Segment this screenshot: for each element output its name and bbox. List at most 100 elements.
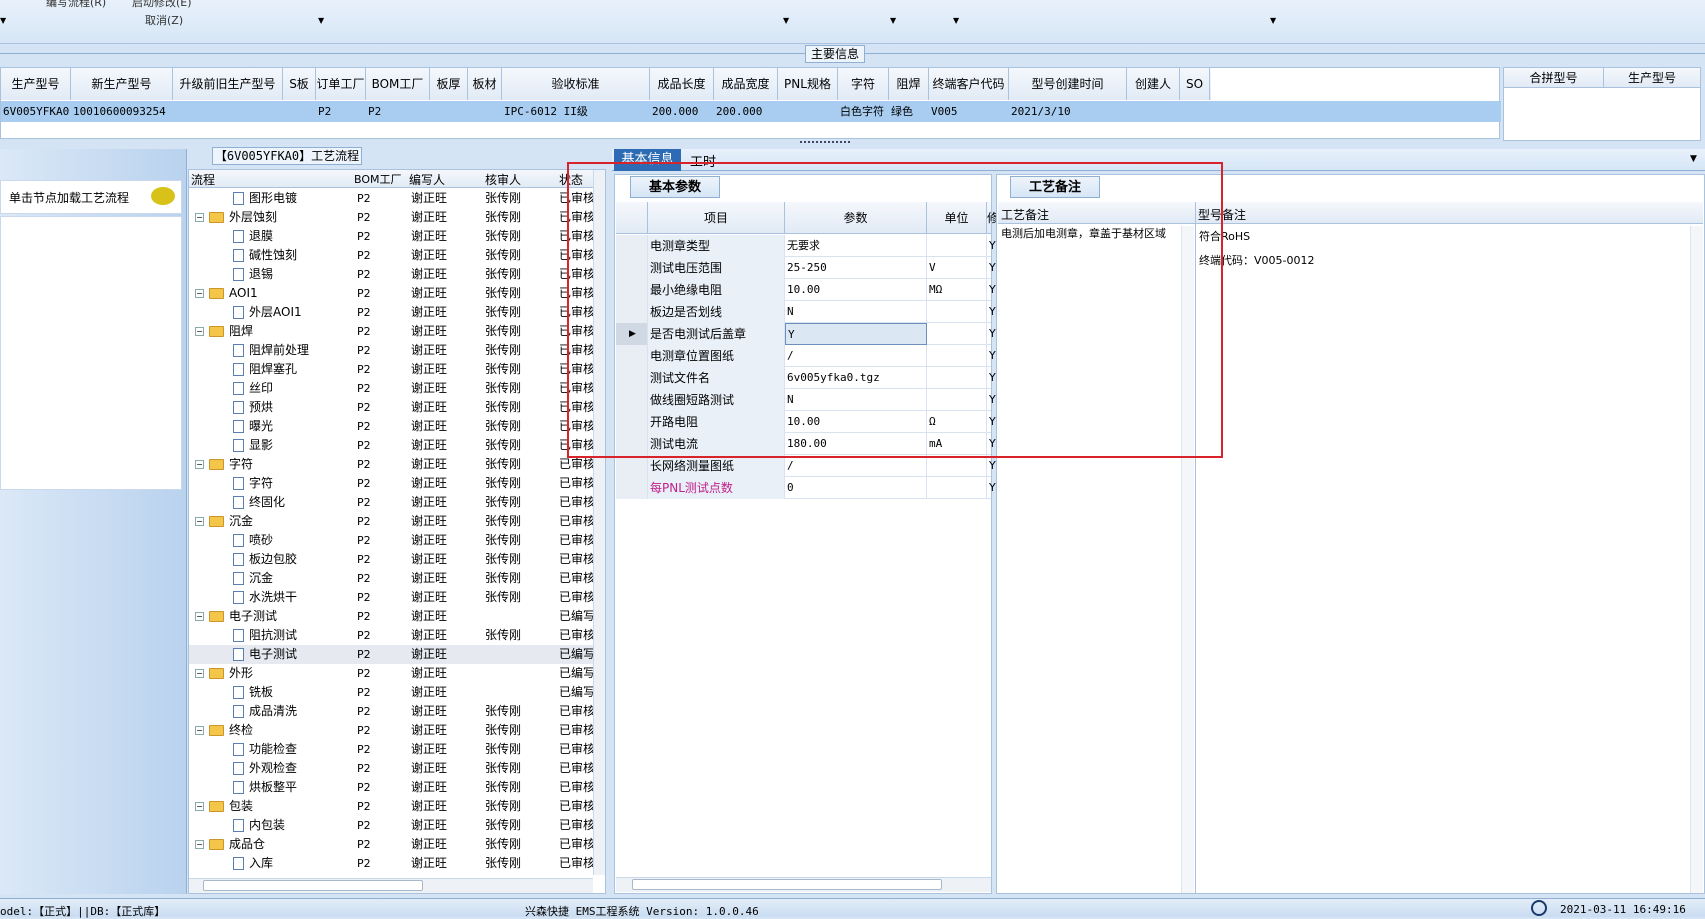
tree-row[interactable]: 碱性蚀刻 P2 谢正旺 张传刚 已审核 — [189, 246, 594, 265]
params-hscroll-thumb[interactable] — [632, 879, 942, 890]
main-col-header[interactable]: 板厚 — [430, 68, 468, 100]
tree-row[interactable]: 字符 P2 谢正旺 张传刚 已审核 — [189, 474, 594, 493]
main-col-header[interactable]: SO — [1180, 68, 1210, 100]
tree-row[interactable]: 阻抗测试 P2 谢正旺 张传刚 已审核 — [189, 626, 594, 645]
tree-row[interactable]: 烘板整平 P2 谢正旺 张传刚 已审核 — [189, 778, 594, 797]
edit-flow-button[interactable]: 编写流程(R) — [46, 0, 106, 10]
collapse-icon[interactable]: − — [195, 802, 204, 811]
main-row-cell[interactable] — [778, 101, 838, 122]
tree-row[interactable]: 终固化 P2 谢正旺 张传刚 已审核 — [189, 493, 594, 512]
tree-row[interactable]: − 终检 P2 谢正旺 张传刚 已审核 — [189, 721, 594, 740]
tree-row[interactable]: 退锡 P2 谢正旺 张传刚 已审核 — [189, 265, 594, 284]
main-row-cell[interactable]: 10010600093254 — [71, 101, 173, 122]
dropdown-arrow-icon[interactable]: ▼ — [318, 16, 324, 25]
tree-row[interactable]: 成品清洗 P2 谢正旺 张传刚 已审核 — [189, 702, 594, 721]
main-col-header[interactable]: 验收标准 — [502, 68, 650, 100]
cancel-button[interactable]: 取消(Z) — [145, 12, 183, 28]
tree-row[interactable]: − 外层蚀刻 P2 谢正旺 张传刚 已审核 — [189, 208, 594, 227]
collapse-icon[interactable]: − — [195, 612, 204, 621]
model-note-vscroll[interactable] — [1690, 226, 1703, 893]
main-row-cell[interactable] — [283, 101, 316, 122]
main-col-header[interactable]: 创建人 — [1127, 68, 1180, 100]
tree-row[interactable]: − 成品仓 P2 谢正旺 张传刚 已审核 — [189, 835, 594, 854]
row-indicator[interactable] — [616, 455, 648, 477]
tree-row[interactable]: − 沉金 P2 谢正旺 张传刚 已审核 — [189, 512, 594, 531]
main-row-cell[interactable] — [173, 101, 283, 122]
tree-row[interactable]: 丝印 P2 谢正旺 张传刚 已审核 — [189, 379, 594, 398]
tree-row[interactable]: 沉金 P2 谢正旺 张传刚 已审核 — [189, 569, 594, 588]
tree-row[interactable]: 退膜 P2 谢正旺 张传刚 已审核 — [189, 227, 594, 246]
tree-row[interactable]: 功能检查 P2 谢正旺 张传刚 已审核 — [189, 740, 594, 759]
main-col-header[interactable]: 板材 — [468, 68, 502, 100]
collapse-icon[interactable]: − — [195, 460, 204, 469]
load-flow-item[interactable]: 单击节点加载工艺流程 — [0, 180, 182, 214]
tree-row[interactable]: 阻焊塞孔 P2 谢正旺 张传刚 已审核 — [189, 360, 594, 379]
tree-row[interactable]: − 字符 P2 谢正旺 张传刚 已审核 — [189, 455, 594, 474]
tab-menu-arrow-icon[interactable]: ▼ — [1690, 154, 1697, 164]
main-row-cell[interactable]: 200.000 — [650, 101, 714, 122]
main-row-cell[interactable]: IPC-6012 II级 — [502, 101, 650, 122]
collapse-icon[interactable]: − — [195, 726, 204, 735]
tree-row[interactable]: 预烘 P2 谢正旺 张传刚 已审核 — [189, 398, 594, 417]
collapse-icon[interactable]: − — [195, 213, 204, 222]
main-row-cell[interactable]: V005 — [929, 101, 1009, 122]
tree-row[interactable]: − 阻焊 P2 谢正旺 张传刚 已审核 — [189, 322, 594, 341]
main-row-cell[interactable]: 绿色 — [889, 101, 929, 122]
collapse-icon[interactable]: − — [195, 327, 204, 336]
param-value[interactable]: / — [785, 455, 927, 477]
main-row-cell[interactable] — [468, 101, 502, 122]
param-row[interactable]: 长网络测量图纸 / Y — [616, 455, 996, 477]
main-row-cell[interactable] — [430, 101, 468, 122]
tree-hscroll-thumb[interactable] — [203, 880, 423, 891]
tree-row[interactable]: − 包装 P2 谢正旺 张传刚 已审核 — [189, 797, 594, 816]
main-col-header[interactable]: S板 — [283, 68, 316, 100]
main-row-cell[interactable]: 200.000 — [714, 101, 778, 122]
tree-row[interactable]: − 电子测试 P2 谢正旺 已编写 — [189, 607, 594, 626]
tree-row[interactable]: 外层AOI1 P2 谢正旺 张传刚 已审核 — [189, 303, 594, 322]
param-value[interactable]: 0 — [785, 477, 927, 499]
main-col-header[interactable]: 阻焊 — [889, 68, 929, 100]
main-row-cell[interactable]: 白色字符 — [838, 101, 889, 122]
tree-row[interactable]: 图形电镀 P2 谢正旺 张传刚 已审核 — [189, 189, 594, 208]
dropdown-arrow-icon[interactable]: ▼ — [953, 16, 959, 25]
main-row-cell[interactable]: P2 — [316, 101, 366, 122]
tree-row[interactable]: 曝光 P2 谢正旺 张传刚 已审核 — [189, 417, 594, 436]
tree-row[interactable]: 板边包胶 P2 谢正旺 张传刚 已审核 — [189, 550, 594, 569]
dropdown-arrow-icon[interactable]: ▼ — [1270, 16, 1276, 25]
collapse-icon[interactable]: − — [195, 840, 204, 849]
row-indicator[interactable] — [616, 477, 648, 499]
tree-row[interactable]: − 外形 P2 谢正旺 已编写 — [189, 664, 594, 683]
tree-row[interactable]: 内包装 P2 谢正旺 张传刚 已审核 — [189, 816, 594, 835]
tree-row[interactable]: 入库 P2 谢正旺 张传刚 已审核 — [189, 854, 594, 873]
tree-row[interactable]: 喷砂 P2 谢正旺 张传刚 已审核 — [189, 531, 594, 550]
collapse-icon[interactable]: − — [195, 289, 204, 298]
tree-row[interactable]: − AOI1 P2 谢正旺 张传刚 已审核 — [189, 284, 594, 303]
main-col-header[interactable]: 升级前旧生产型号 — [173, 68, 283, 100]
main-col-header[interactable]: 订单工厂 — [316, 68, 366, 100]
main-col-header[interactable]: 终端客户代码 — [929, 68, 1009, 100]
tree-row[interactable]: 水洗烘干 P2 谢正旺 张传刚 已审核 — [189, 588, 594, 607]
main-col-header[interactable]: PNL规格 — [778, 68, 838, 100]
param-row[interactable]: 每PNL测试点数 0 Y — [616, 477, 996, 499]
main-col-header[interactable]: 新生产型号 — [71, 68, 173, 100]
collapse-icon[interactable]: − — [195, 669, 204, 678]
tree-row[interactable]: 阻焊前处理 P2 谢正旺 张传刚 已审核 — [189, 341, 594, 360]
tree-row[interactable]: 铣板 P2 谢正旺 已编写 — [189, 683, 594, 702]
splitter-handle[interactable] — [800, 141, 850, 145]
main-col-header[interactable]: 字符 — [838, 68, 889, 100]
tree-row[interactable]: 外观检查 P2 谢正旺 张传刚 已审核 — [189, 759, 594, 778]
tree-row[interactable]: 显影 P2 谢正旺 张传刚 已审核 — [189, 436, 594, 455]
main-info-row[interactable]: 6V005YFKA0 10010600093254 P2 P2 IPC-6012 II级… — [1, 101, 1501, 122]
main-row-cell[interactable]: 2021/3/10 — [1009, 101, 1127, 122]
main-col-header[interactable]: 成品长度 — [650, 68, 714, 100]
main-row-cell[interactable]: 6V005YFKA0 — [1, 101, 71, 122]
main-col-header[interactable]: 型号创建时间 — [1009, 68, 1127, 100]
start-modify-button[interactable]: 启动修改(E) — [132, 0, 192, 10]
main-col-header[interactable]: BOM工厂 — [366, 68, 430, 100]
main-row-cell[interactable] — [1180, 101, 1210, 122]
collapse-icon[interactable]: − — [195, 517, 204, 526]
main-col-header[interactable]: 生产型号 — [1, 68, 71, 100]
main-col-header[interactable]: 成品宽度 — [714, 68, 778, 100]
tree-row[interactable]: 电子测试 P2 谢正旺 已编写 — [189, 645, 594, 664]
dropdown-arrow-icon[interactable]: ▼ — [890, 16, 896, 25]
